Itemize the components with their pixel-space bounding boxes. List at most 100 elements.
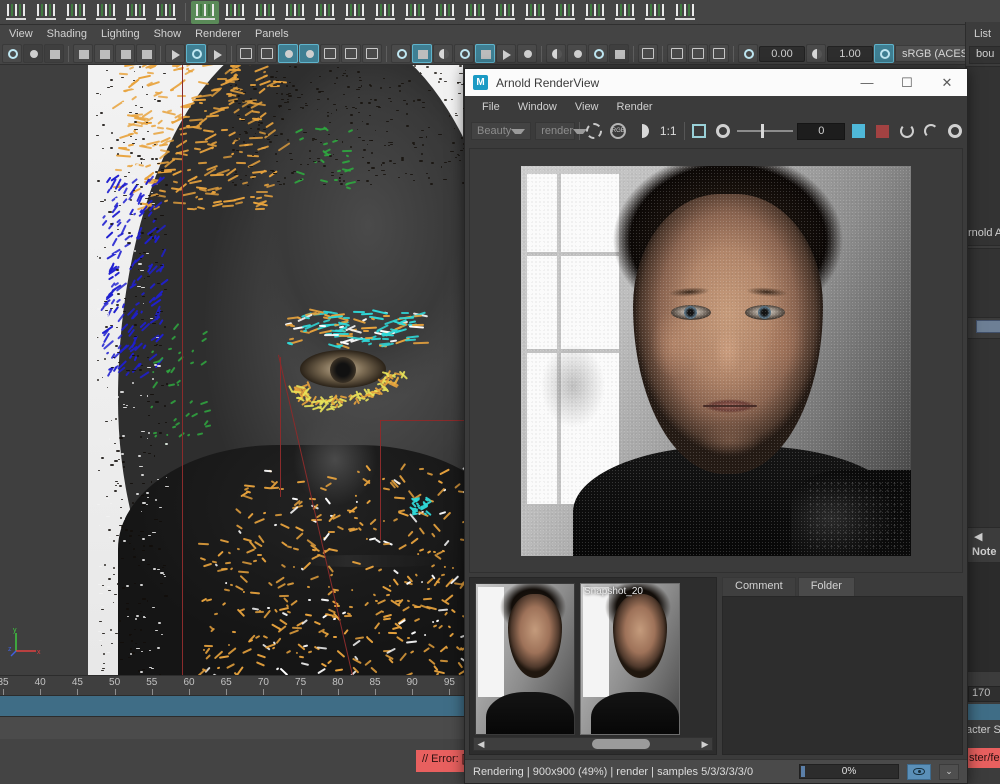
dock-frame-field[interactable]: 170	[968, 686, 1000, 702]
shelf-item-noise[interactable]	[152, 0, 180, 24]
dock-attribute-section-1[interactable]	[966, 66, 1000, 246]
stop-render-icon[interactable]	[873, 121, 893, 141]
rgb-channel-icon[interactable]: RGB	[608, 121, 628, 141]
select-tool-icon[interactable]	[2, 44, 22, 63]
shelf-item-extra-7[interactable]	[611, 0, 639, 24]
shelf-item-extra-2[interactable]	[461, 0, 489, 24]
ambient-occlusion-icon[interactable]	[517, 44, 537, 63]
multisample-icon[interactable]	[567, 44, 587, 63]
image-plane-icon[interactable]	[165, 44, 185, 63]
shelf-item-region[interactable]	[371, 0, 399, 24]
film-gate-icon[interactable]	[257, 44, 277, 63]
snapshot-thumbnail-1[interactable]	[475, 583, 575, 735]
two-d-pan-zoom-icon[interactable]	[186, 44, 206, 63]
dock-attribute-section-2[interactable]	[966, 248, 1000, 318]
menu-lighting[interactable]: Lighting	[94, 27, 147, 41]
camera-dropdown[interactable]: render	[535, 122, 588, 140]
shelf-item-extra-4[interactable]	[521, 0, 549, 24]
shelf-item-xgen-collection[interactable]	[32, 0, 60, 24]
menu-file[interactable]: File	[473, 99, 509, 115]
snapshot-scrollbar[interactable]: ◀ ▶	[473, 737, 713, 751]
scroll-right-icon[interactable]: ▶	[698, 738, 712, 750]
shelf-item-width[interactable]	[341, 0, 369, 24]
exposure-icon[interactable]	[713, 121, 733, 141]
shadows-icon[interactable]	[496, 44, 516, 63]
camera-icon[interactable]	[73, 44, 93, 63]
shelf-item-extra-9[interactable]	[671, 0, 699, 24]
safe-title-icon[interactable]	[341, 44, 361, 63]
close-button[interactable]: ✕	[927, 69, 967, 96]
exposure-icon[interactable]	[738, 44, 758, 63]
log-icon[interactable]	[849, 121, 869, 141]
shelf-item-length[interactable]	[311, 0, 339, 24]
camera-attributes-icon[interactable]	[94, 44, 114, 63]
field-chart-icon[interactable]	[299, 44, 319, 63]
xray-icon[interactable]	[609, 44, 629, 63]
snapshot-icon[interactable]	[667, 44, 687, 63]
motion-blur-icon[interactable]	[546, 44, 566, 63]
dock-action-button[interactable]	[976, 320, 1000, 333]
dock-notes-field[interactable]	[966, 562, 1000, 672]
shelf-item-extra-6[interactable]	[581, 0, 609, 24]
scrollbar-thumb[interactable]	[592, 739, 650, 749]
rendered-image[interactable]	[521, 165, 911, 556]
arnold-renderview-window[interactable]: Arnold RenderView — ☐ ✕ File Window View…	[464, 68, 968, 784]
wireframe-icon[interactable]	[391, 44, 411, 63]
one-to-one-icon[interactable]: 1:1	[656, 121, 680, 141]
visibility-icon[interactable]	[907, 763, 931, 780]
tab-comment[interactable]: Comment	[722, 577, 796, 596]
crop-region-icon[interactable]	[689, 121, 709, 141]
shelf-item-xgen-description[interactable]	[2, 0, 30, 24]
color-management-icon[interactable]	[874, 44, 894, 63]
dock-tab-list[interactable]: List	[974, 28, 991, 40]
depth-of-field-icon[interactable]	[588, 44, 608, 63]
aov-dropdown[interactable]: Beauty	[471, 122, 532, 140]
text-overlay-icon[interactable]	[362, 44, 382, 63]
chevron-down-icon[interactable]: ⌄	[939, 763, 959, 780]
use-all-lights-icon[interactable]	[475, 44, 495, 63]
menu-window[interactable]: Window	[509, 99, 566, 115]
lasso-tool-icon[interactable]	[23, 44, 43, 63]
resolution-gate-icon[interactable]	[278, 44, 298, 63]
dock-collapse-arrow-icon[interactable]: ◀	[974, 530, 982, 543]
image-icon[interactable]	[709, 44, 729, 63]
paint-select-icon[interactable]	[44, 44, 64, 63]
exposure-field[interactable]: 0.00	[759, 45, 805, 62]
textured-icon[interactable]	[454, 44, 474, 63]
menu-shading[interactable]: Shading	[40, 27, 94, 41]
shelf-item-groom-brush[interactable]	[62, 0, 90, 24]
shelf-item-clump[interactable]	[122, 0, 150, 24]
smooth-shade-icon[interactable]	[412, 44, 432, 63]
menu-renderer[interactable]: Renderer	[188, 27, 248, 41]
slider-knob[interactable]	[761, 124, 765, 138]
gamma-field[interactable]: 1.00	[827, 45, 873, 62]
minimize-button[interactable]: —	[847, 69, 887, 96]
shelf-item-smooth[interactable]	[251, 0, 279, 24]
shelf-item-extra-8[interactable]	[641, 0, 669, 24]
shade-wireframe-icon[interactable]	[433, 44, 453, 63]
bookmark-icon[interactable]	[136, 44, 156, 63]
render-canvas[interactable]	[469, 148, 963, 573]
shelf-item-grab[interactable]	[221, 0, 249, 24]
comment-textarea[interactable]	[722, 596, 963, 755]
maximize-button[interactable]: ☐	[887, 69, 927, 96]
camera-bookmark-icon[interactable]	[115, 44, 135, 63]
restart-render-icon[interactable]	[897, 121, 917, 141]
snapshot-strip[interactable]: Snapshot_20 ◀ ▶	[469, 577, 717, 755]
dock-time-slider[interactable]	[966, 704, 1000, 720]
isolate-select-icon[interactable]	[638, 44, 658, 63]
settings-gear-icon[interactable]	[945, 121, 965, 141]
shelf-item-extra-1[interactable]	[431, 0, 459, 24]
shelf-item-part[interactable]	[281, 0, 309, 24]
shelf-item-extra-5[interactable]	[551, 0, 579, 24]
menu-panels[interactable]: Panels	[248, 27, 296, 41]
alpha-channel-icon[interactable]	[632, 121, 652, 141]
menu-render[interactable]: Render	[608, 99, 662, 115]
safe-action-icon[interactable]	[320, 44, 340, 63]
dock-attribute-section-3[interactable]	[966, 338, 1000, 528]
copy-view-icon[interactable]	[688, 44, 708, 63]
snapshot-thumbnail-2[interactable]: Snapshot_20	[580, 583, 680, 735]
shelf-item-extra-3[interactable]	[491, 0, 519, 24]
notify-icon[interactable]	[921, 121, 941, 141]
shelf-item-density[interactable]	[191, 0, 219, 24]
